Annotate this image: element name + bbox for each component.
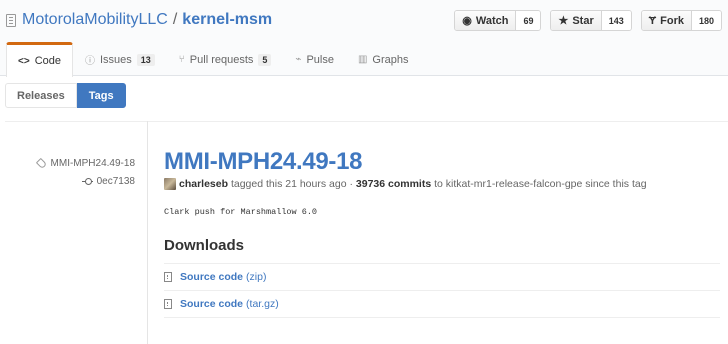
commits-link[interactable]: 39736 commits [356,178,431,190]
release-meta-column: MMI-MPH24.49-18 0ec7138 [0,121,148,344]
fork-icon: Ɏ [648,14,657,27]
tab-graphs-label: Graphs [372,53,409,66]
tag-name: MMI-MPH24.49-18 [50,158,135,169]
download-label: Source code [180,271,244,283]
author-link[interactable]: charleseb [179,178,228,190]
release-notes: Clark push for Marshmallow 6.0 [164,207,318,217]
downloads-heading: Downloads [164,237,245,254]
download-ext: (tar.gz) [246,298,279,310]
watch-button-group: ◉ Watch 69 [454,10,542,31]
file-zip-icon [164,299,172,309]
issues-counter: 13 [136,53,155,66]
tab-issues[interactable]: ⓘ Issues 13 [73,42,167,76]
issue-icon: ⓘ [84,56,95,67]
download-targz-link[interactable]: Source code (tar.gz) [164,291,720,318]
graph-icon: ▥ [357,54,368,65]
commit-sha: 0ec7138 [96,176,135,187]
tab-graphs[interactable]: ▥ Graphs [346,42,421,76]
repo-separator: / [172,11,178,28]
release-subnav: Releases Tags [5,83,126,108]
download-ext: (zip) [246,271,267,283]
releases-tab[interactable]: Releases [5,83,77,108]
tab-pulse[interactable]: ⌁ Pulse [283,42,346,76]
commit-link[interactable]: 0ec7138 [81,176,135,187]
pulse-icon: ⌁ [295,54,302,65]
fork-label: Fork [660,14,684,27]
watch-label: Watch [475,14,509,27]
repo-icon [6,13,16,27]
fork-button-group: Ɏ Fork 180 [640,10,722,31]
release-authorship: charleseb tagged this 21 hours ago · 397… [164,178,720,190]
commit-icon [81,178,93,185]
pagehead-actions: ◉ Watch 69 ★ Star 143 Ɏ Fork 180 [454,10,722,31]
repo-nav-tabs: <> Code ⓘ Issues 13 ⑂ Pull requests 5 ⌁ … [6,42,421,77]
repo-header: MotorolaMobilityLLC / kernel-msm ◉ Watch… [0,0,728,77]
pull-requests-counter: 5 [258,53,272,66]
star-label: Star [572,14,594,27]
downloads-list: Source code (zip) Source code (tar.gz) [164,263,720,318]
star-button[interactable]: ★ Star [551,11,602,30]
watch-count[interactable]: 69 [516,11,541,30]
fork-button[interactable]: Ɏ Fork [641,11,692,30]
tags-tab[interactable]: Tags [76,83,126,108]
release-body: MMI-MPH24.49-18 charleseb tagged this 21… [164,148,720,318]
file-zip-icon [164,272,172,282]
tab-pull-requests[interactable]: ⑂ Pull requests 5 [167,42,284,76]
star-button-group: ★ Star 143 [550,10,632,31]
fork-count[interactable]: 180 [691,11,721,30]
tab-pull-requests-label: Pull requests [189,53,254,66]
code-icon: <> [18,55,30,67]
watch-button[interactable]: ◉ Watch [455,11,517,30]
release-title-link[interactable]: MMI-MPH24.49-18 [164,148,720,176]
star-icon: ★ [558,15,569,27]
download-zip-link[interactable]: Source code (zip) [164,264,720,291]
repo-owner-link[interactable]: MotorolaMobilityLLC [22,11,168,29]
repo-title: MotorolaMobilityLLC / kernel-msm [6,11,272,29]
tab-code-label: Code [34,55,61,67]
star-count[interactable]: 143 [601,11,631,30]
tag-icon [35,157,47,170]
tab-code[interactable]: <> Code [6,42,73,77]
download-label: Source code [180,298,244,310]
tagged-text: tagged this 21 hours ago · [230,178,353,190]
tab-issues-label: Issues [99,53,132,66]
branch-text: to kitkat-mr1-release-falcon-gpe since t… [434,178,647,190]
avatar[interactable] [164,178,176,190]
eye-icon: ◉ [462,15,472,27]
pull-request-icon: ⑂ [178,54,185,65]
tab-pulse-label: Pulse [306,53,334,66]
repo-name-link[interactable]: kernel-msm [182,11,272,29]
tag-link[interactable]: MMI-MPH24.49-18 [35,157,135,170]
